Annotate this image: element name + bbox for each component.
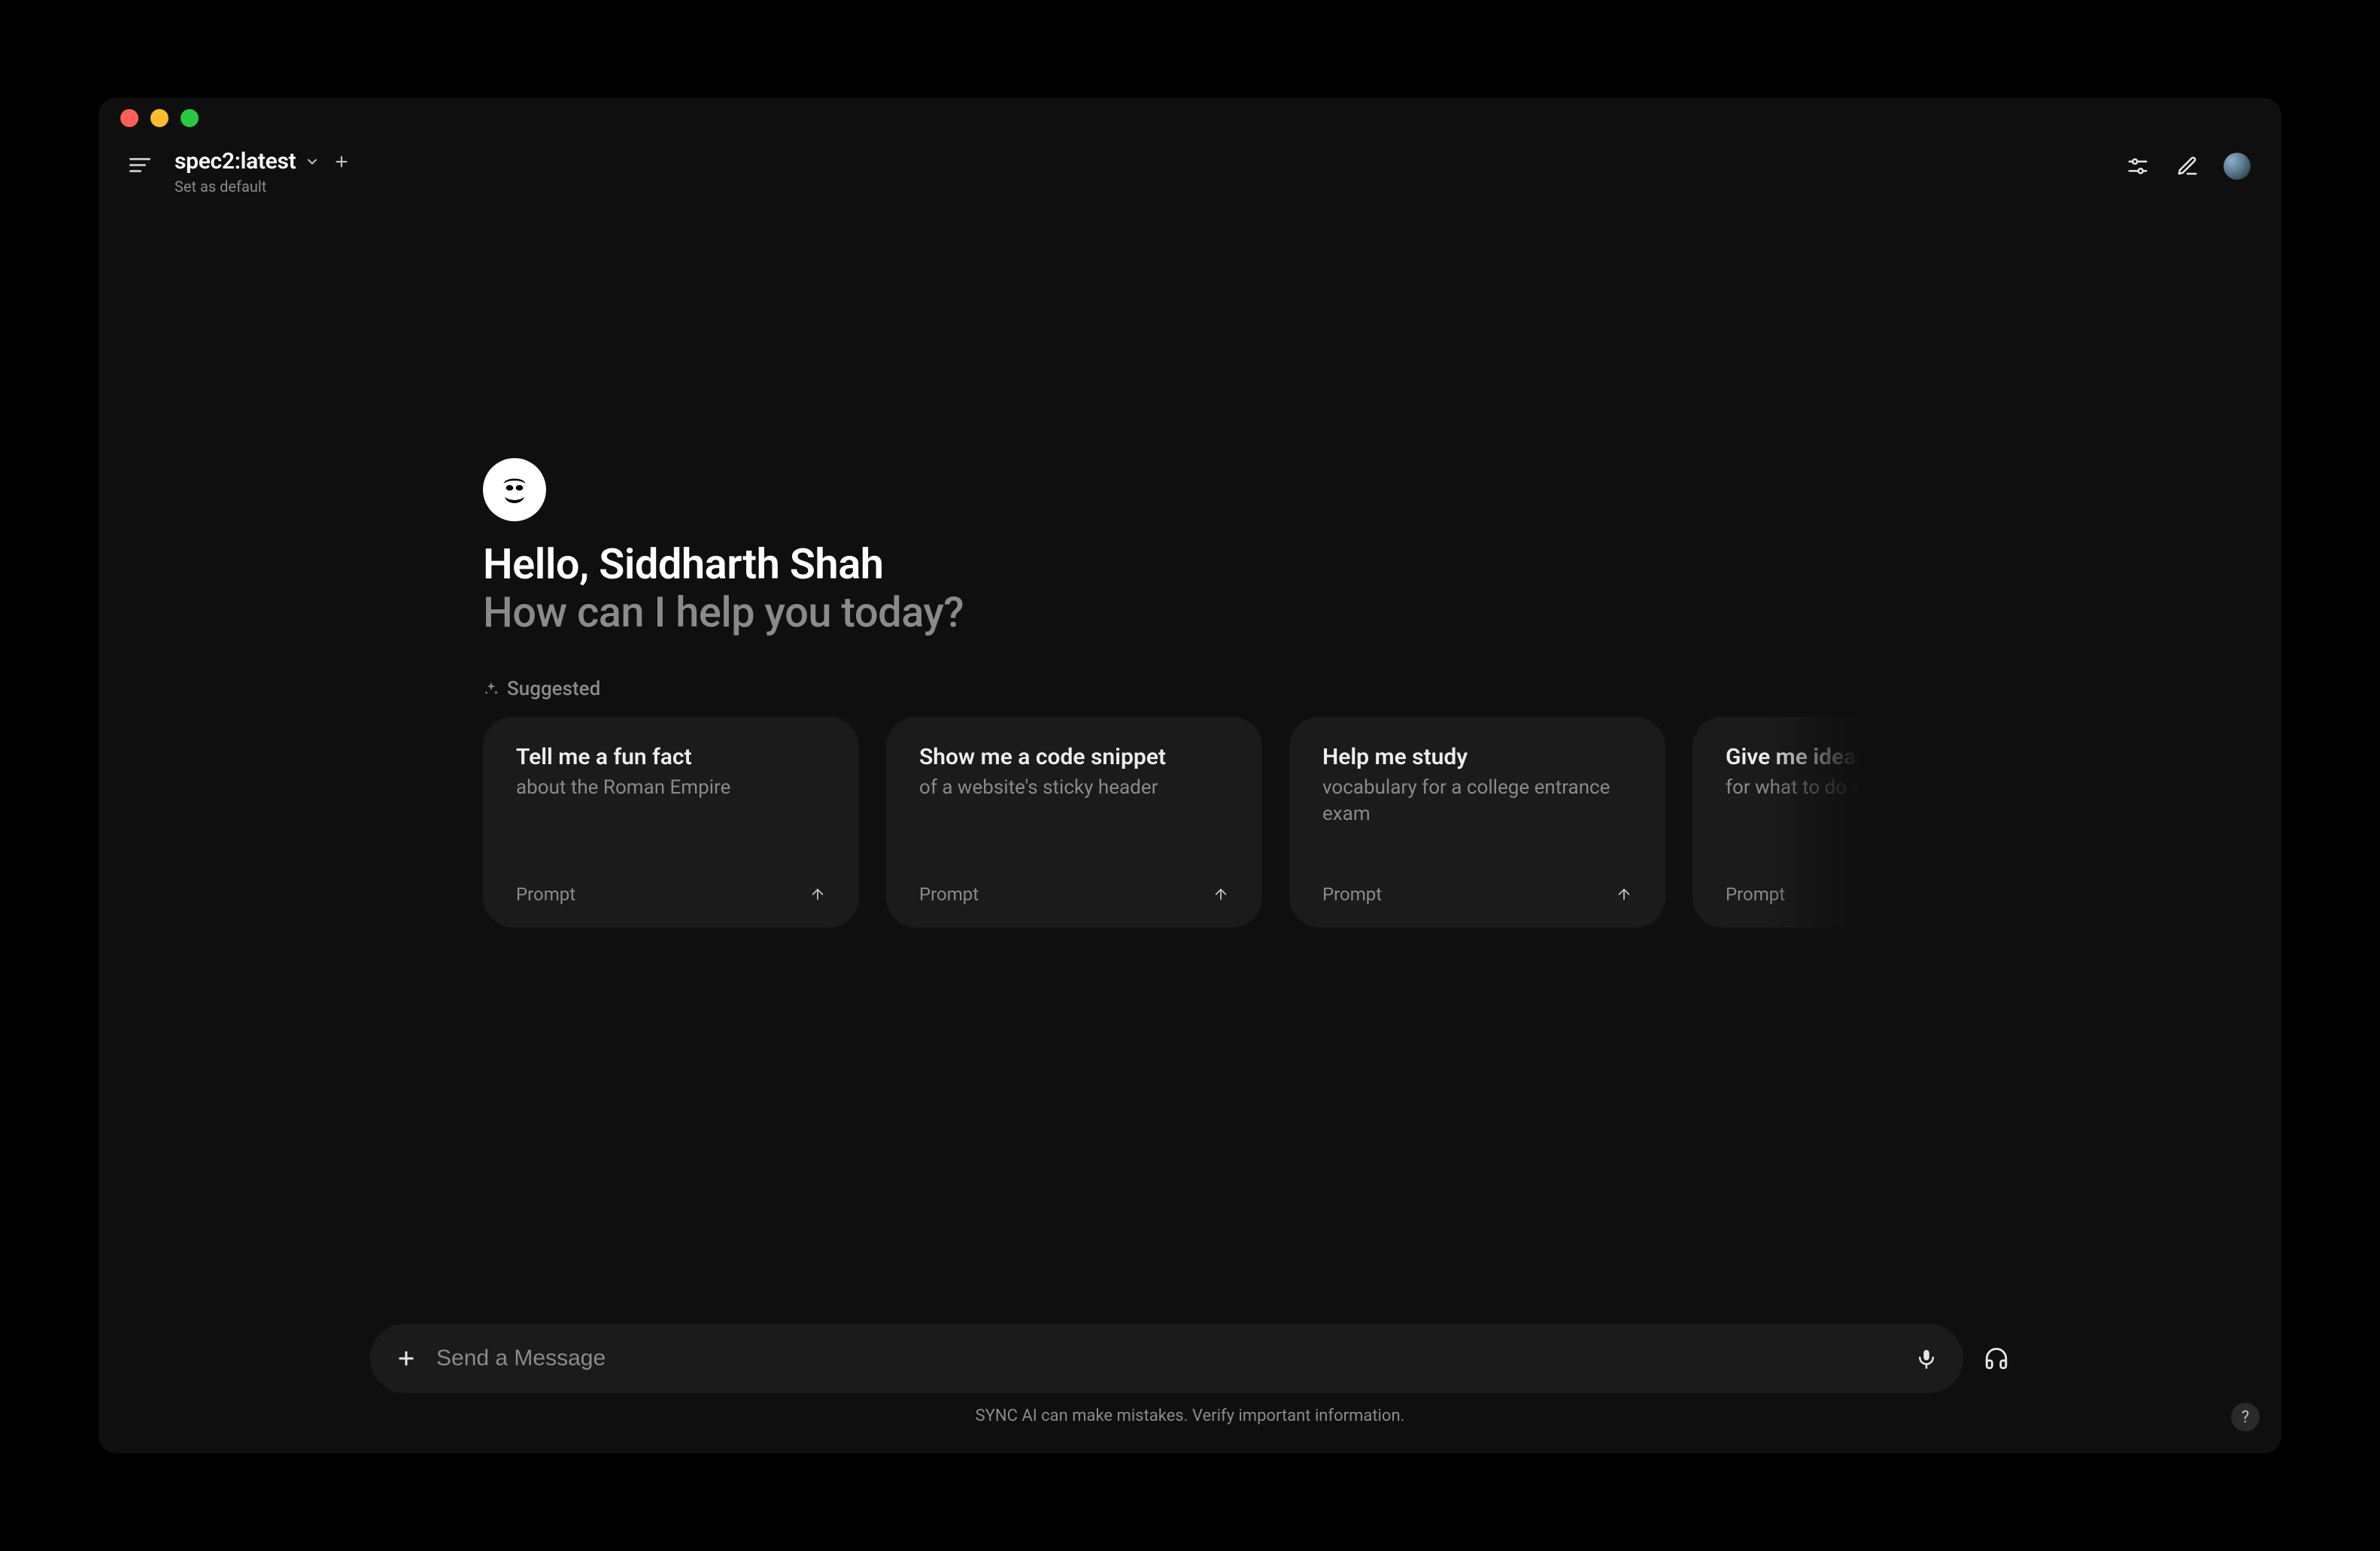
assistant-logo: [483, 458, 546, 521]
card-title: Tell me a fun fact: [516, 744, 826, 770]
attach-button[interactable]: [396, 1348, 417, 1369]
app-bar: spec2:latest Set as default: [99, 138, 2281, 210]
card-title: Help me study: [1322, 744, 1632, 770]
window-zoom-button[interactable]: [181, 109, 199, 127]
suggestion-card[interactable]: Tell me a fun fact about the Roman Empir…: [483, 717, 859, 927]
message-input[interactable]: [436, 1346, 1896, 1371]
window-minimize-button[interactable]: [150, 109, 168, 127]
new-chat-button[interactable]: [2174, 153, 2201, 180]
card-subtitle: for what to do with my kids' a: [1726, 775, 1897, 801]
window-close-button[interactable]: [120, 109, 138, 127]
card-title: Show me a code snippet: [919, 744, 1229, 770]
microphone-button[interactable]: [1915, 1347, 1938, 1370]
card-foot-label: Prompt: [516, 884, 575, 905]
settings-sliders-button[interactable]: [2124, 153, 2151, 180]
arrow-up-icon: [1616, 886, 1632, 903]
arrow-up-icon: [1213, 886, 1229, 903]
model-name: spec2:latest: [175, 148, 296, 175]
card-title: Give me ideas: [1726, 744, 1897, 770]
arrow-up-icon: [809, 886, 826, 903]
sparkle-icon: [483, 681, 499, 697]
user-avatar[interactable]: [2224, 153, 2251, 180]
composer-area: SYNC AI can make mistakes. Verify import…: [99, 1324, 2281, 1425]
greeting-subtitle: How can I help you today?: [483, 587, 1897, 637]
main-content: Hello, Siddharth Shah How can I help you…: [99, 210, 2281, 1452]
voice-mode-button[interactable]: [1983, 1345, 2010, 1372]
card-foot-label: Prompt: [1322, 884, 1382, 905]
suggested-label: Suggested: [483, 678, 1897, 700]
suggestion-card[interactable]: Give me ideas for what to do with my kid…: [1692, 717, 1897, 927]
traffic-lights: [120, 109, 199, 127]
menu-button[interactable]: [129, 151, 156, 178]
window-titlebar: [99, 99, 2281, 138]
suggested-text: Suggested: [507, 678, 600, 700]
help-button[interactable]: ?: [2231, 1403, 2260, 1431]
model-selector[interactable]: spec2:latest: [175, 148, 350, 175]
set-default-link[interactable]: Set as default: [175, 178, 350, 196]
suggestion-card[interactable]: Help me study vocabulary for a college e…: [1289, 717, 1665, 927]
greeting-title: Hello, Siddharth Shah: [483, 539, 1897, 589]
card-subtitle: vocabulary for a college entrance exam: [1322, 775, 1632, 827]
app-window: spec2:latest Set as default: [99, 99, 2281, 1452]
chevron-down-icon: [305, 154, 320, 169]
card-subtitle: about the Roman Empire: [516, 775, 826, 801]
add-model-button[interactable]: [333, 153, 350, 170]
suggestion-cards: Tell me a fun fact about the Roman Empir…: [483, 717, 1897, 927]
card-foot-label: Prompt: [1726, 884, 1785, 905]
message-composer: [370, 1324, 1963, 1393]
card-foot-label: Prompt: [919, 884, 979, 905]
disclaimer-text: SYNC AI can make mistakes. Verify import…: [976, 1407, 1405, 1425]
card-subtitle: of a website's sticky header: [919, 775, 1229, 801]
suggestion-card[interactable]: Show me a code snippet of a website's st…: [886, 717, 1262, 927]
